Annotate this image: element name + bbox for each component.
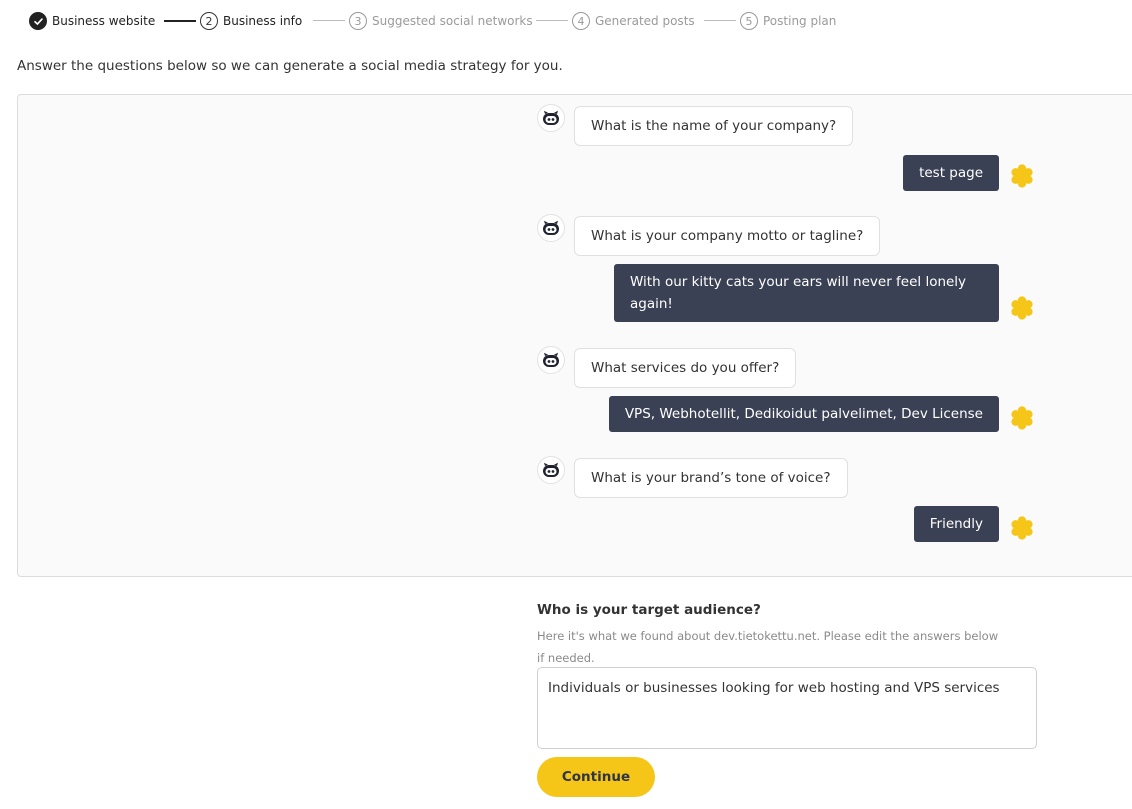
target-audience-question: Who is your target audience? [537,602,761,618]
robot-face-icon [537,456,565,484]
robot-face-icon [537,214,565,242]
check-icon [29,12,47,30]
user-answer-bubble: With our kitty cats your ears will never… [614,264,999,322]
step-label: Business info [223,14,303,28]
step-label: Business website [52,14,156,28]
progress-stepper: Business website 2 Business info 3 Sugge… [0,0,1132,42]
bot-question-bubble: What is the name of your company? [574,106,854,146]
step-posting-plan[interactable]: 5 Posting plan [740,12,836,30]
step-number: 2 [200,12,218,30]
robot-face-icon [537,346,565,374]
step-business-website[interactable]: Business website [29,12,155,30]
step-number: 3 [349,12,367,30]
step-label: Generated posts [595,14,695,28]
user-answer-bubble: VPS, Webhotellit, Dedikoidut palvelimet,… [608,396,999,432]
step-suggested-social-networks[interactable]: 3 Suggested social networks [349,12,533,30]
honeycomb-avatar-icon [1011,296,1033,320]
continue-button[interactable]: Continue [537,757,655,797]
bot-question-bubble: What services do you offer? [574,348,797,388]
step-generated-posts[interactable]: 4 Generated posts [572,12,695,30]
bot-question-bubble: What is your brand’s tone of voice? [574,458,848,498]
step-label: Posting plan [763,14,837,28]
step-connector [313,20,345,21]
intro-text: Answer the questions below so we can gen… [17,58,563,74]
step-business-info[interactable]: 2 Business info [200,12,302,30]
honeycomb-avatar-icon [1011,406,1033,430]
step-connector [164,20,196,22]
step-label: Suggested social networks [372,14,533,28]
honeycomb-avatar-icon [1011,164,1033,188]
user-answer-bubble: Friendly [913,506,999,542]
bot-question-bubble: What is your company motto or tagline? [574,216,881,256]
step-connector [536,20,568,21]
target-audience-input[interactable]: Individuals or businesses looking for we… [537,667,1037,749]
honeycomb-avatar-icon [1011,516,1033,540]
step-number: 5 [740,12,758,30]
step-number: 4 [572,12,590,30]
step-connector [704,20,736,21]
target-audience-hint: Here it's what we found about dev.tietok… [537,629,999,665]
user-answer-bubble: test page [903,155,999,191]
robot-face-icon [537,104,565,132]
